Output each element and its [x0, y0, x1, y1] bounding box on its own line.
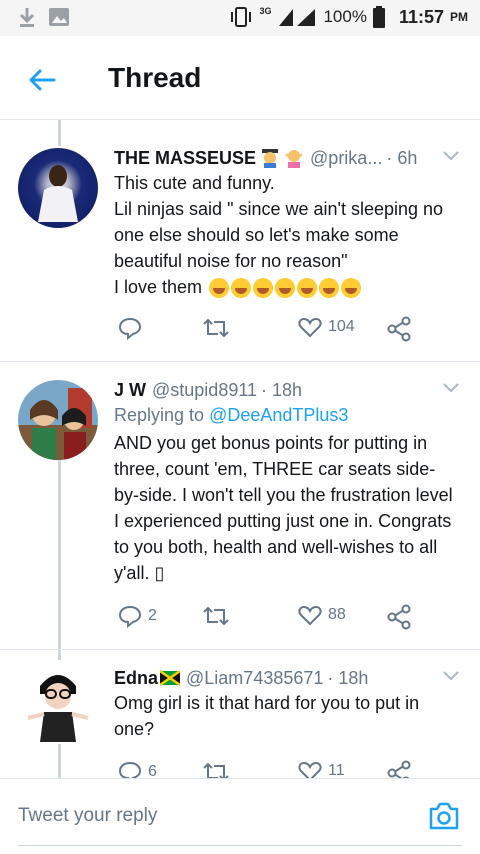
tweet-actions: 104 [114, 316, 440, 348]
avatar[interactable] [18, 148, 98, 228]
jamaica-flag-icon [160, 669, 181, 687]
tears-of-joy-emoji-icon [319, 278, 340, 299]
timestamp: · 6h [386, 148, 418, 168]
share-icon [387, 604, 411, 630]
timestamp: · 18h [327, 668, 369, 688]
tweet[interactable]: J W @stupid8911 · 18h Replying to @DeeAn… [0, 362, 480, 650]
tweet-actions: 6 11 [114, 760, 440, 778]
user-handle[interactable]: @prika... [310, 146, 382, 170]
reply-icon [118, 761, 142, 778]
status-bar: 3G 100% 11:57 PM [0, 0, 480, 36]
replying-to: Replying to @DeeAndTPlus3 [114, 402, 460, 428]
tweet-header: J W @stupid8911 · 18h [114, 378, 460, 402]
display-name[interactable]: Edna [114, 666, 158, 690]
heart-icon [298, 317, 322, 338]
heart-icon [298, 605, 322, 626]
clock-ampm: PM [450, 10, 468, 24]
display-name[interactable]: THE MASSEUSE [114, 146, 256, 170]
page-title: Thread [108, 62, 202, 93]
tweet-text: This cute and funny. Lil ninjas said " s… [114, 173, 444, 299]
reply-count: 2 [148, 607, 157, 624]
tweet[interactable]: THE MASSEUSE @prika... · 6h This cute an… [0, 120, 480, 362]
replying-to-handle[interactable]: @DeeAndTPlus3 [209, 405, 348, 425]
like-count: 104 [328, 318, 355, 335]
retweet-button[interactable] [202, 316, 236, 340]
tweet-text: AND you get bonus points for putting in … [114, 433, 453, 583]
display-name[interactable]: J W [114, 378, 146, 402]
chevron-down-icon[interactable] [442, 382, 460, 394]
reply-input-underline [18, 845, 462, 846]
battery-percent: 100% [323, 7, 367, 26]
woman-gesturing-emoji-icon [285, 150, 303, 168]
avatar[interactable] [18, 664, 98, 744]
rolling-laughing-emoji-icon [209, 278, 230, 299]
avatar[interactable] [18, 380, 98, 460]
reply-input[interactable]: Tweet your reply [18, 805, 157, 827]
camera-icon[interactable] [428, 801, 460, 831]
tears-of-joy-emoji-icon [275, 278, 296, 299]
reply-composer: Tweet your reply [0, 778, 480, 854]
tweet-text: Omg girl is it that hard for you to put … [114, 693, 420, 739]
tears-of-joy-emoji-icon [341, 278, 362, 299]
chevron-down-icon[interactable] [442, 150, 460, 162]
teacher-emoji-icon [262, 149, 279, 168]
app-bar: Thread [0, 36, 480, 120]
reply-count: 6 [148, 763, 157, 778]
retweet-button[interactable] [202, 604, 236, 628]
tears-of-joy-emoji-icon [297, 278, 318, 299]
share-button[interactable] [386, 760, 412, 778]
share-button[interactable] [386, 316, 412, 342]
share-button[interactable] [386, 604, 412, 630]
replying-to-label: Replying to [114, 405, 205, 425]
like-button[interactable]: 104 [298, 316, 355, 338]
battery-icon [372, 6, 385, 28]
heart-icon [298, 761, 322, 778]
user-handle[interactable]: @Liam74385671 [186, 666, 323, 690]
reply-icon [118, 605, 142, 628]
download-icon [19, 8, 35, 27]
tears-of-joy-emoji-icon [253, 278, 274, 299]
like-button[interactable]: 88 [298, 604, 346, 626]
clock: 11:57 [398, 6, 444, 27]
user-handle[interactable]: @stupid8911 [152, 378, 257, 402]
signal-icon [279, 9, 316, 26]
retweet-button[interactable] [202, 760, 236, 778]
tweet-header: Edna @Liam74385671 · 18h [114, 666, 460, 690]
like-button[interactable]: 11 [298, 760, 345, 778]
vibrate-icon [231, 7, 252, 27]
reply-button[interactable]: 6 [118, 760, 157, 778]
tears-of-joy-emoji-icon [231, 278, 252, 299]
reply-button[interactable]: 2 [118, 604, 157, 628]
retweet-icon [203, 318, 229, 338]
reply-icon [118, 317, 142, 340]
like-count: 11 [328, 762, 345, 778]
like-count: 88 [328, 606, 346, 623]
share-icon [387, 760, 411, 778]
laughing-emoji-row [207, 277, 362, 299]
chevron-down-icon[interactable] [442, 670, 460, 682]
tweet-header: THE MASSEUSE @prika... · 6h [114, 146, 460, 170]
retweet-icon [203, 762, 229, 778]
timestamp: · 18h [261, 380, 303, 400]
reply-button[interactable] [118, 316, 148, 340]
tweet-actions: 2 88 [114, 604, 440, 636]
image-icon [49, 8, 69, 26]
retweet-icon [203, 606, 229, 626]
network-type: 3G [259, 6, 272, 16]
share-icon [387, 316, 411, 342]
tweet[interactable]: Edna @Liam74385671 · 18h Omg girl is it … [0, 650, 480, 778]
back-arrow-icon[interactable] [26, 64, 58, 96]
